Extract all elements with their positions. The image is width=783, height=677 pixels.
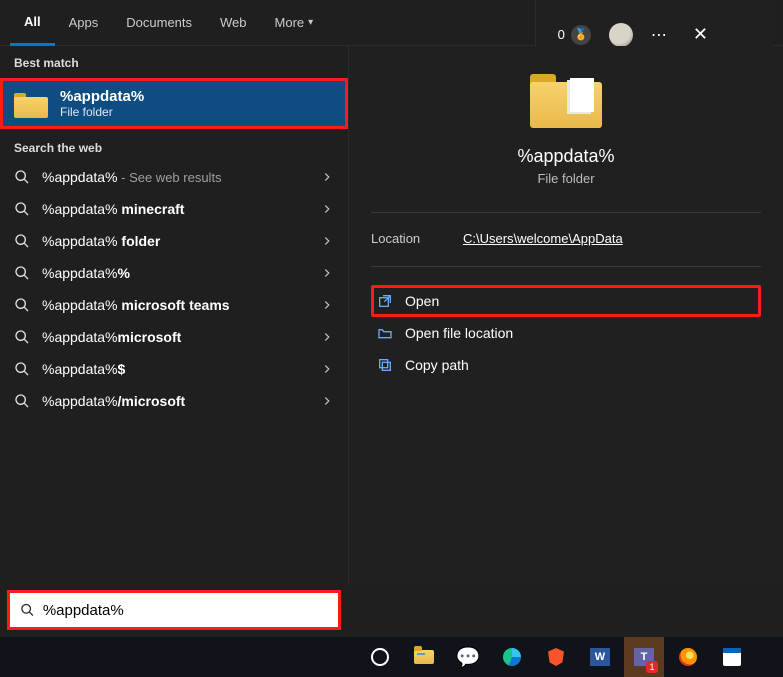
search-icon — [14, 361, 30, 377]
taskbar-teams[interactable]: T1 — [624, 637, 664, 677]
chevron-right-icon — [320, 298, 334, 312]
notification-badge: 1 — [646, 661, 658, 673]
web-result[interactable]: %appdata% folder — [0, 225, 348, 257]
preview-subtitle: File folder — [537, 171, 594, 186]
chevron-right-icon — [320, 234, 334, 248]
calendar-icon — [723, 648, 741, 666]
medal-icon: 🏅 — [571, 25, 591, 45]
chevron-right-icon — [320, 362, 334, 376]
user-avatar[interactable] — [609, 23, 633, 47]
open-icon — [377, 293, 393, 309]
web-result[interactable]: %appdata%/microsoft — [0, 385, 348, 417]
preview-title: %appdata% — [517, 146, 614, 167]
close-button[interactable]: ✕ — [687, 20, 714, 49]
search-icon — [14, 393, 30, 409]
search-box[interactable] — [10, 593, 338, 627]
web-result[interactable]: %appdata% - See web results — [0, 161, 348, 193]
rewards-points[interactable]: 0 🏅 — [558, 25, 591, 45]
location-label: Location — [371, 231, 463, 246]
tab-all[interactable]: All — [10, 0, 55, 46]
more-options-button[interactable]: ⋯ — [651, 25, 669, 45]
tab-apps[interactable]: Apps — [55, 0, 113, 46]
best-match-title: %appdata% — [60, 88, 144, 105]
action-open-file-location[interactable]: Open file location — [371, 317, 761, 349]
search-input[interactable] — [43, 602, 328, 619]
results-panel: Best match %appdata% File folder Search … — [0, 46, 348, 585]
taskbar-edge[interactable] — [492, 637, 532, 677]
search-icon — [14, 169, 30, 185]
caret-down-icon: ▾ — [308, 17, 313, 28]
edge-icon — [503, 648, 521, 666]
search-icon — [14, 329, 30, 345]
cortana-icon — [371, 648, 389, 666]
taskbar-whatsapp[interactable]: 💬 — [448, 637, 488, 677]
search-scope-tabs: All Apps Documents Web More▾ 0 🏅 ⋯ ✕ — [0, 0, 783, 46]
location-link[interactable]: C:\Users\welcome\AppData — [463, 231, 623, 246]
search-icon — [14, 297, 30, 313]
section-best-match: Best match — [0, 46, 348, 78]
taskbar-cortana[interactable] — [360, 637, 400, 677]
action-copy-path[interactable]: Copy path — [371, 349, 761, 381]
file-explorer-icon — [414, 650, 434, 664]
web-result[interactable]: %appdata%microsoft — [0, 321, 348, 353]
taskbar: 💬 W T1 — [0, 637, 783, 677]
web-result[interactable]: %appdata% microsoft teams — [0, 289, 348, 321]
taskbar-word[interactable]: W — [580, 637, 620, 677]
brave-icon — [548, 648, 564, 666]
taskbar-firefox[interactable] — [668, 637, 708, 677]
search-icon — [14, 265, 30, 281]
action-open[interactable]: Open — [371, 285, 761, 317]
firefox-icon — [679, 648, 697, 666]
copy-icon — [377, 357, 393, 373]
folder-open-icon — [377, 325, 393, 341]
taskbar-file-explorer[interactable] — [404, 637, 444, 677]
search-icon — [20, 602, 35, 618]
tab-documents[interactable]: Documents — [112, 0, 206, 46]
whatsapp-icon: 💬 — [456, 645, 481, 670]
word-icon: W — [590, 648, 610, 666]
taskbar-brave[interactable] — [536, 637, 576, 677]
best-match-item[interactable]: %appdata% File folder — [0, 78, 348, 129]
search-icon — [14, 233, 30, 249]
tab-web[interactable]: Web — [206, 0, 261, 46]
chevron-right-icon — [320, 394, 334, 408]
folder-icon — [530, 70, 602, 128]
folder-icon — [14, 90, 48, 118]
section-search-web: Search the web — [0, 129, 348, 161]
chevron-right-icon — [320, 266, 334, 280]
taskbar-calendar[interactable] — [712, 637, 752, 677]
chevron-right-icon — [320, 170, 334, 184]
web-result[interactable]: %appdata% minecraft — [0, 193, 348, 225]
chevron-right-icon — [320, 202, 334, 216]
tab-more[interactable]: More▾ — [261, 0, 328, 46]
chevron-right-icon — [320, 330, 334, 344]
best-match-subtitle: File folder — [60, 105, 144, 119]
preview-panel: %appdata% File folder Location C:\Users\… — [348, 46, 783, 585]
web-result[interactable]: %appdata%% — [0, 257, 348, 289]
web-result[interactable]: %appdata%$ — [0, 353, 348, 385]
search-icon — [14, 201, 30, 217]
